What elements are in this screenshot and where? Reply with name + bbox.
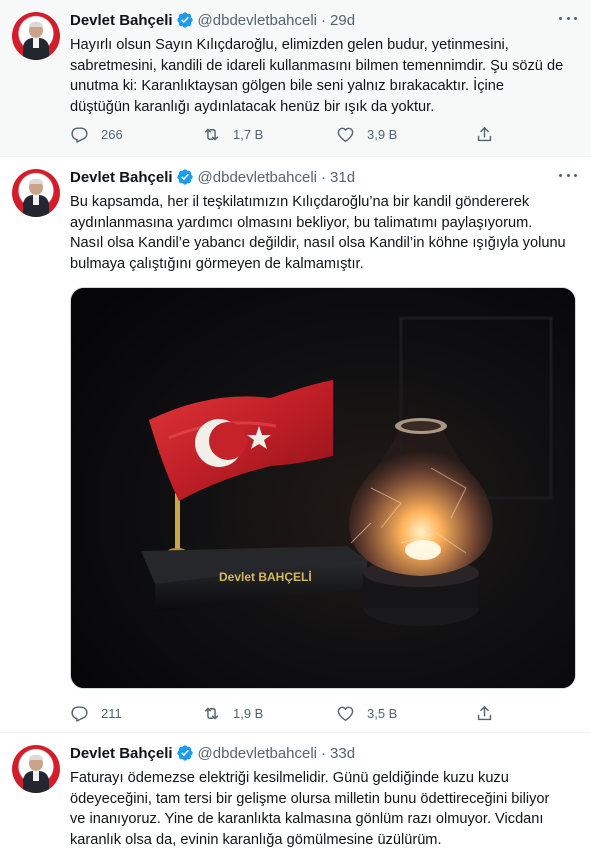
author-name[interactable]: Devlet Bahçeli [70, 745, 173, 762]
tweet-text-line: ve inanıyoruz. Yine de karanlıkta kalmas… [70, 811, 544, 827]
tweet-text: Bu kapsamda, her il teşkilatımızın Kılıç… [70, 192, 580, 274]
tweet-timestamp[interactable]: 31d [330, 169, 355, 186]
reply-count: 266 [101, 126, 123, 142]
like-button[interactable]: 3,9 B [336, 124, 397, 144]
verified-badge-icon [176, 11, 194, 29]
like-button[interactable]: 3,5 B [336, 703, 397, 723]
tweet-actions: 211 1,9 B 3,5 B [70, 703, 500, 723]
tweet-timestamp[interactable]: 33d [330, 745, 355, 762]
reply-button[interactable]: 211 [70, 703, 122, 723]
more-icon[interactable] [559, 171, 577, 179]
share-button[interactable] [475, 124, 494, 144]
lamp-and-flag-photo: Devlet BAHÇELİ [71, 288, 575, 688]
author-name[interactable]: Devlet Bahçeli [70, 169, 173, 186]
like-icon [336, 704, 355, 723]
tweet-header: Devlet Bahçeli @dbdevletbahceli · 33d [70, 743, 355, 763]
author-handle[interactable]: @dbdevletbahceli [198, 169, 317, 186]
reply-icon [70, 704, 89, 723]
tweet-actions: 266 1,7 B 3,9 B [70, 124, 500, 144]
retweet-button[interactable]: 1,7 B [202, 124, 263, 144]
reply-icon [70, 125, 89, 144]
tweet-header: Devlet Bahçeli @dbdevletbahceli · 29d [70, 10, 355, 30]
retweet-count: 1,9 B [233, 705, 264, 721]
author-handle[interactable]: @dbdevletbahceli [198, 745, 317, 762]
like-icon [336, 125, 355, 144]
separator-dot: · [321, 168, 327, 186]
tweet-text-line: sabretmesini, kandili de idareli kullanm… [70, 57, 564, 74]
avatar[interactable] [12, 12, 60, 60]
tweet-timestamp[interactable]: 29d [330, 12, 355, 29]
reply-button[interactable]: 266 [70, 124, 123, 144]
separator-dot: · [321, 744, 327, 762]
avatar[interactable] [12, 745, 60, 793]
like-count: 3,9 B [367, 126, 398, 142]
tweet-text-line: Bu kapsamda, her il teşkilatımızın Kılıç… [70, 194, 530, 210]
tweet-text-line: Hayırlı olsun Sayın Kılıçdaroğlu, elimiz… [70, 37, 509, 53]
tweet-text-line: unutma ki: Karanlıktaysan gölgen bile se… [70, 78, 504, 94]
tweet[interactable]: Devlet Bahçeli @dbdevletbahceli · 29d Ha… [0, 0, 591, 157]
retweet-icon [202, 704, 221, 723]
tweet-text-line: Faturayı ödemezse elektriği kesilmelidir… [70, 770, 509, 786]
tweet-media-image[interactable]: Devlet BAHÇELİ [70, 287, 576, 689]
reply-count: 211 [101, 705, 122, 721]
share-icon [475, 125, 494, 144]
tweet[interactable]: Devlet Bahçeli @dbdevletbahceli · 31d Bu… [0, 157, 591, 733]
tweet-text-line: ödeyeceğini, tam tersi bir gelişme olurs… [70, 790, 550, 807]
tweet[interactable]: Devlet Bahçeli @dbdevletbahceli · 33d Fa… [0, 733, 591, 859]
verified-badge-icon [176, 744, 194, 762]
author-handle[interactable]: @dbdevletbahceli [198, 12, 317, 29]
more-icon[interactable] [559, 14, 577, 22]
separator-dot: · [321, 11, 327, 29]
tweet-text-line: aydınlanmasına yardımcı olmasını bekliyo… [70, 214, 533, 231]
tweet-text-line: Nasıl olsa Kandil’e yabancı değildir, na… [70, 235, 566, 251]
tweet-text-line: bulmaya çalıştığını görmeyen de kalmamış… [70, 255, 364, 272]
tweet-header: Devlet Bahçeli @dbdevletbahceli · 31d [70, 167, 355, 187]
share-icon [475, 704, 494, 723]
avatar[interactable] [12, 169, 60, 217]
share-button[interactable] [475, 703, 494, 723]
retweet-button[interactable]: 1,9 B [202, 703, 263, 723]
author-name[interactable]: Devlet Bahçeli [70, 12, 173, 29]
like-count: 3,5 B [367, 705, 398, 721]
tweet-text: Hayırlı olsun Sayın Kılıçdaroğlu, elimiz… [70, 35, 580, 117]
verified-badge-icon [176, 168, 194, 186]
plaque-text: Devlet BAHÇELİ [219, 569, 312, 584]
tweet-text-line: karanlık olsa da, evinin karanlığa gömül… [70, 831, 442, 848]
tweet-text: Faturayı ödemezse elektriği kesilmelidir… [70, 768, 580, 850]
retweet-count: 1,7 B [233, 126, 264, 142]
retweet-icon [202, 125, 221, 144]
tweet-text-line: düştüğün karanlığı aydınlatacak henüz bi… [70, 98, 435, 115]
